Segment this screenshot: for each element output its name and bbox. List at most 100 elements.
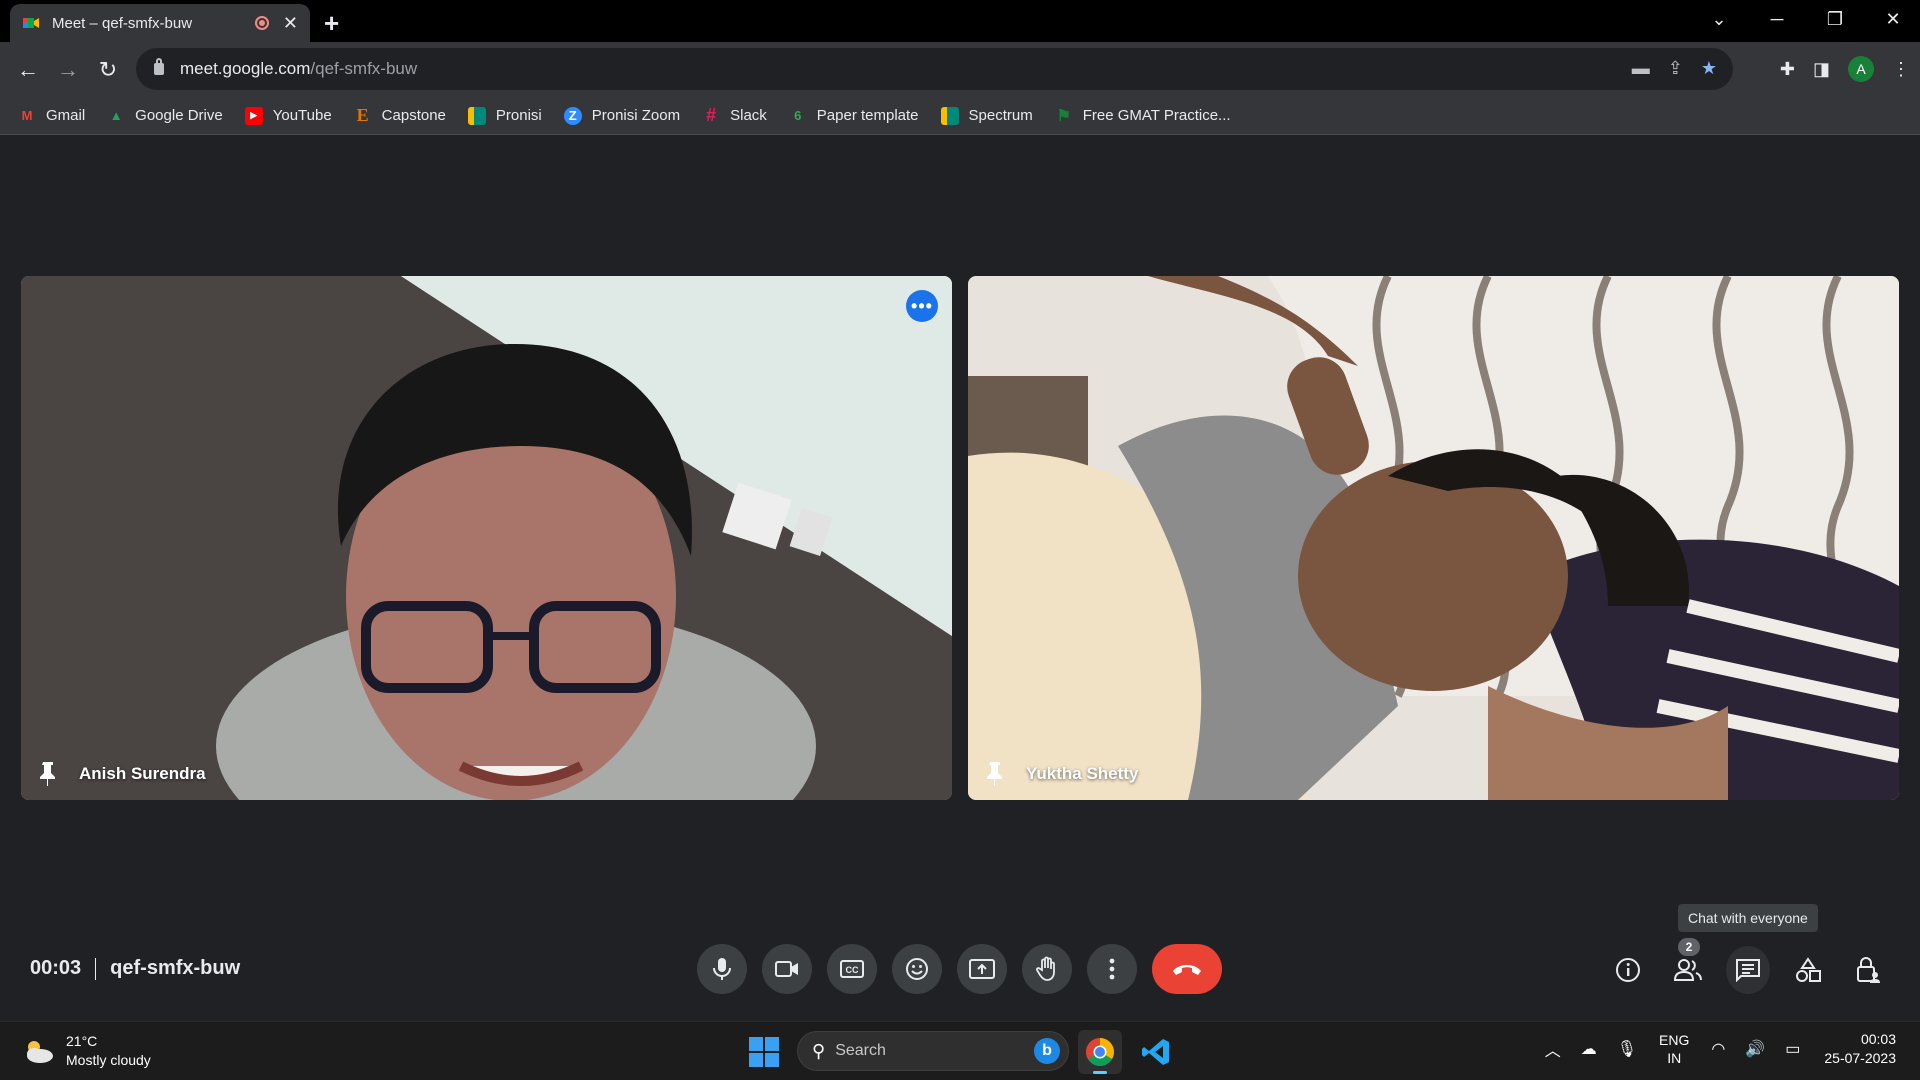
microphone-button[interactable] [697, 944, 747, 994]
participant-video [21, 276, 952, 800]
wifi-icon[interactable]: ◠ [1711, 1039, 1725, 1059]
side-panel-icon[interactable]: ◨ [1813, 59, 1830, 80]
hand-icon [1036, 956, 1055, 981]
weather-widget[interactable]: 21°C Mostly cloudy [22, 1032, 151, 1070]
search-icon: ⚲ [812, 1040, 826, 1061]
chrome-taskbar-icon[interactable] [1078, 1030, 1122, 1074]
language-indicator[interactable]: ENG IN [1659, 1031, 1689, 1067]
browser-tab-meet[interactable]: Meet – qef-smfx-buw ✕ [10, 4, 310, 42]
bookmark-spectrum[interactable]: Spectrum [940, 106, 1033, 125]
windows-start-icon[interactable] [749, 1037, 779, 1067]
bookmarks-bar: M Gmail ▲ Google Drive ▶ YouTube E Capstone … [0, 97, 1920, 135]
close-window-button[interactable]: ✕ [1864, 9, 1920, 30]
participant-video [968, 276, 1899, 800]
bookmark-gmat[interactable]: ⚑ Free GMAT Practice... [1055, 107, 1231, 125]
participant-tile[interactable]: Yuktha Shetty [968, 276, 1899, 800]
profile-avatar[interactable]: A [1848, 56, 1874, 82]
onedrive-icon[interactable]: ☁ [1581, 1039, 1597, 1059]
vscode-taskbar-icon[interactable] [1134, 1030, 1178, 1074]
lock-icon[interactable] [154, 58, 164, 75]
bookmark-star-icon[interactable]: ★ [1701, 58, 1717, 79]
captions-button[interactable]: CC [827, 944, 877, 994]
chrome-icon [1086, 1038, 1114, 1066]
clock-date: 25-07-2023 [1824, 1050, 1896, 1066]
pin-icon[interactable] [984, 760, 1006, 786]
close-tab-icon[interactable]: ✕ [283, 13, 298, 34]
meet-stage: Anish Surendra ••• Yuktha Shetty [0, 136, 1920, 1021]
reload-button[interactable]: ↻ [88, 57, 128, 83]
restore-button[interactable]: ❐ [1806, 9, 1864, 30]
emoji-icon [906, 958, 928, 980]
google-drive-icon: ▲ [109, 108, 123, 123]
more-vert-icon [1109, 958, 1115, 980]
shapes-icon [1796, 957, 1821, 982]
bookmark-label: Pronisi [495, 107, 542, 124]
divider [95, 957, 97, 980]
bookmark-label: Pronisi Zoom [591, 107, 681, 124]
battery-icon[interactable]: ▭ [1785, 1039, 1800, 1059]
url-host: meet.google.com [180, 59, 311, 78]
more-options-button[interactable] [1087, 944, 1137, 994]
camera-button[interactable] [762, 944, 812, 994]
camera-icon [775, 961, 798, 977]
chrome-menu-icon[interactable]: ⋮ [1892, 59, 1910, 80]
new-tab-button[interactable]: + [324, 8, 339, 39]
microphone-tray-icon[interactable]: 🎙 [1617, 1039, 1637, 1059]
participant-count-badge: 2 [1678, 938, 1700, 956]
bookmark-paper-template[interactable]: 6 Paper template [789, 107, 919, 125]
chevron-up-icon[interactable]: ︿ [1545, 1037, 1561, 1061]
minimize-button[interactable]: ─ [1748, 9, 1806, 30]
activities-button[interactable] [1786, 946, 1830, 994]
pin-icon[interactable] [37, 760, 59, 786]
chat-icon [1736, 959, 1760, 982]
present-screen-button[interactable] [957, 944, 1007, 994]
forward-button[interactable]: → [48, 57, 88, 83]
raise-hand-button[interactable] [1022, 944, 1072, 994]
share-icon[interactable]: ⇪ [1668, 58, 1683, 79]
youtube-icon: ▶ [244, 106, 263, 125]
bookmark-slack[interactable]: # Slack [702, 105, 767, 125]
bookmark-youtube[interactable]: ▶ YouTube [244, 106, 332, 125]
cloudy-weather-icon [27, 1041, 53, 1063]
bookmark-pronisi[interactable]: Pronisi [467, 106, 542, 125]
camera-in-use-icon[interactable]: ▬ [1632, 58, 1650, 79]
chat-button[interactable] [1726, 946, 1770, 994]
bookmark-gmail[interactable]: M Gmail [18, 107, 86, 125]
tab-search-icon[interactable]: ⌄ [1690, 9, 1748, 30]
region-code: IN [1667, 1050, 1682, 1066]
windows-taskbar: 21°C Mostly cloudy ⚲ Search b ︿ ☁ 🎙 ENG … [0, 1021, 1920, 1080]
leave-call-button[interactable] [1152, 944, 1222, 994]
browser-toolbar: ← → ↻ meet.google.com/qef-smfx-buw ▬ ⇪ ★… [0, 42, 1920, 97]
meet-icon [940, 106, 959, 125]
bing-icon[interactable]: b [1034, 1038, 1060, 1064]
more-options-icon[interactable]: ••• [906, 290, 938, 322]
bookmark-label: Gmail [46, 107, 86, 124]
bookmark-capstone[interactable]: E Capstone [354, 105, 446, 125]
people-button[interactable]: 2 [1666, 938, 1710, 994]
meeting-info: 00:03 qef-smfx-buw [30, 957, 240, 980]
bookmark-google-drive[interactable]: ▲ Google Drive [107, 107, 223, 125]
reactions-button[interactable] [892, 944, 942, 994]
bookmark-label: Paper template [816, 107, 919, 124]
system-tray: ︿ ☁ 🎙 ENG IN ◠ 🔊 ▭ 00:03 25-07-2023 [1535, 1030, 1896, 1068]
extensions-icon[interactable]: ✚ [1780, 59, 1795, 80]
lock-person-icon [1857, 957, 1880, 983]
vscode-icon [1142, 1039, 1169, 1065]
meeting-code: qef-smfx-buw [110, 957, 241, 979]
back-button[interactable]: ← [8, 57, 48, 83]
google-meet-icon [23, 18, 39, 28]
address-bar[interactable]: meet.google.com/qef-smfx-buw ▬ ⇪ ★ [136, 48, 1733, 90]
volume-icon[interactable]: 🔊 [1745, 1039, 1765, 1059]
bookmark-pronisi-zoom[interactable]: Z Pronisi Zoom [563, 106, 681, 125]
taskbar-clock[interactable]: 00:03 25-07-2023 [1824, 1030, 1896, 1068]
paper-template-icon: 6 [794, 108, 802, 123]
host-controls-button[interactable] [1846, 946, 1890, 994]
call-controls: CC [697, 944, 1222, 994]
meet-icon [467, 106, 486, 125]
taskbar-search[interactable]: ⚲ Search b [797, 1031, 1069, 1071]
participant-name: Yuktha Shetty [1026, 764, 1139, 783]
meeting-details-button[interactable] [1606, 946, 1650, 994]
participant-tile[interactable]: Anish Surendra ••• [21, 276, 952, 800]
people-icon [1673, 959, 1702, 981]
tab-strip: Meet – qef-smfx-buw ✕ + ⌄ ─ ❐ ✕ [0, 0, 1920, 42]
